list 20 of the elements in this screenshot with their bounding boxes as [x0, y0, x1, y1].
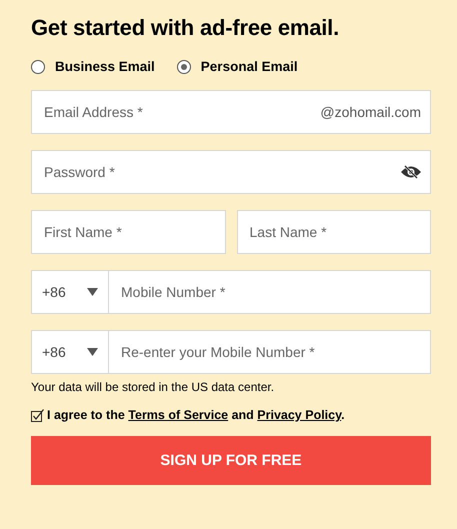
password-field[interactable]: Password *	[31, 150, 431, 194]
country-code-select[interactable]: +86	[31, 330, 109, 374]
mobile-number-field[interactable]: Mobile Number *	[109, 270, 431, 314]
terms-checkbox[interactable]	[31, 408, 44, 422]
caret-icon	[87, 348, 98, 356]
name-field[interactable]: First Name *	[31, 210, 226, 254]
country-code-select[interactable]: +86	[31, 270, 109, 314]
name-field[interactable]: Last Name *	[236, 210, 431, 254]
page-title: Get started with ad-free email.	[31, 15, 340, 41]
hide-password-icon[interactable]	[401, 165, 421, 179]
policy-link[interactable]: Privacy Policy	[257, 408, 342, 422]
sign-up-button[interactable]: SIGN UP FOR FREE	[31, 436, 431, 485]
terms-agreement-text: I agree to the Terms of Service and Privacy Policy.	[47, 408, 345, 422]
caret-icon	[87, 288, 98, 296]
domain-suffix: @zohomail.com	[320, 104, 421, 120]
mobile-number-field[interactable]: Re-enter your Mobile Number *	[109, 330, 431, 374]
account-type-radio[interactable]: Personal Email	[176, 59, 298, 74]
account-type-radio[interactable]: Business Email	[31, 59, 155, 74]
data-center-note: Your data will be stored in the US data center.	[31, 380, 276, 394]
policy-link[interactable]: Terms of Service	[128, 408, 228, 422]
